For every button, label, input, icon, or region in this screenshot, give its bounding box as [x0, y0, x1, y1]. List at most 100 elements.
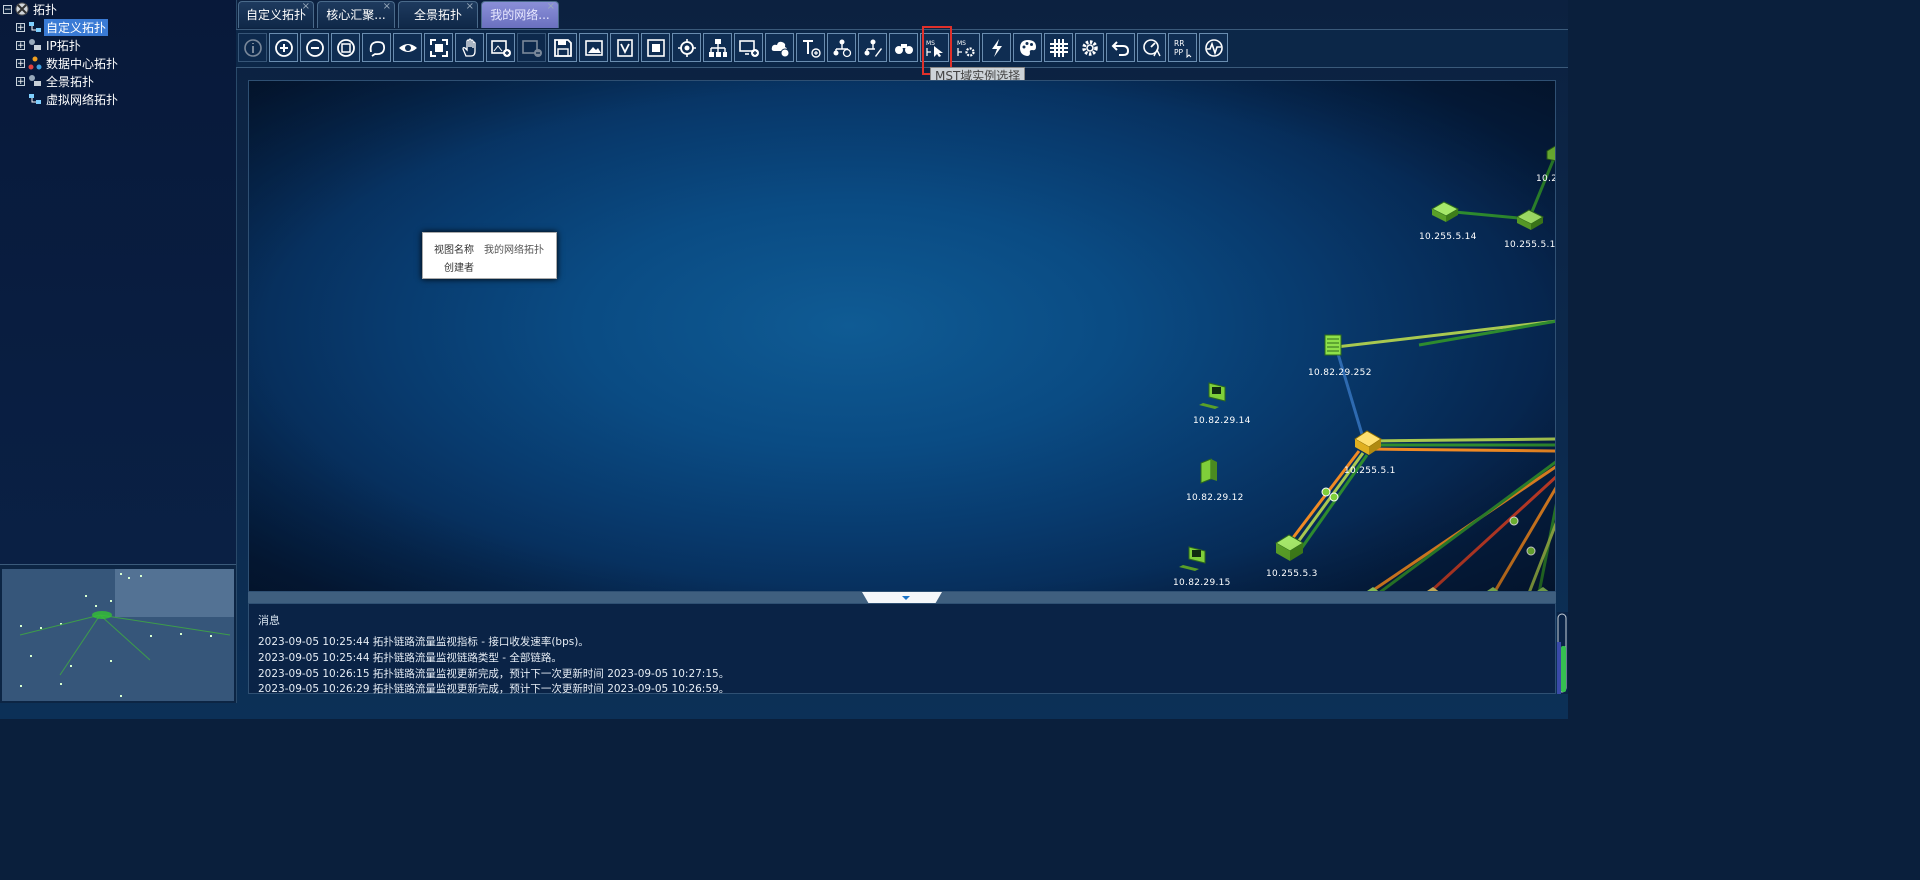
chevron-down-icon[interactable] [902, 596, 910, 600]
svg-text:RR: RR [1174, 39, 1184, 48]
fullscreen-button[interactable] [424, 33, 453, 62]
view-name-label: 视图名称 [434, 245, 474, 256]
message-line: 2023-09-05 10:26:29 拓扑链路流量监视更新完成，预计下一次更新… [258, 683, 730, 695]
zoom-out-icon [305, 38, 324, 57]
svg-text:MS: MS [957, 40, 966, 47]
node-label: 10.82.29.12 [1186, 493, 1244, 503]
mst-settings-button[interactable]: MS [951, 33, 980, 62]
info-button[interactable] [238, 33, 267, 62]
cloud-add-button[interactable] [765, 33, 794, 62]
target-button[interactable] [672, 33, 701, 62]
text-add-button[interactable] [796, 33, 825, 62]
svg-text:PP: PP [1174, 48, 1184, 57]
undo-button[interactable] [1106, 33, 1135, 62]
traffic-button[interactable] [1137, 33, 1166, 62]
remove-image-button[interactable] [517, 33, 546, 62]
node-label: 10.255.5.3 [1266, 569, 1318, 579]
rrpp-button[interactable]: RR PP [1168, 33, 1197, 62]
tab-label: 自定义拓扑 [245, 8, 306, 22]
close-icon[interactable]: × [547, 0, 555, 20]
lasso-icon [369, 40, 385, 57]
view-info-card: 视图名称 我的网络拓扑 创建者 [422, 232, 557, 279]
node-label: 10.82.29.252 [1308, 368, 1372, 378]
tree-item-label: 全景拓扑 [46, 74, 95, 89]
message-panel: 消息 2023-09-05 10:25:44 拓扑链路流量监视指标 - 接口收发… [248, 603, 1556, 695]
node-label: 10.255.5.14 [1419, 232, 1477, 242]
tab-label: 我的网络... [490, 8, 550, 22]
ip-topology-icon [29, 39, 41, 50]
tab-panorama-topology[interactable]: 全景拓扑 × [398, 1, 478, 28]
settings-button[interactable] [1075, 33, 1104, 62]
message-scrollbar[interactable] [1557, 612, 1568, 694]
tab-bar: 自定义拓扑 × 核心汇聚... × 全景拓扑 × 我的网络... × [236, 0, 1568, 29]
message-line: 2023-09-05 10:26:15 拓扑链路流量监视更新完成，预计下一次更新… [258, 668, 730, 680]
expand-icon[interactable]: + [16, 76, 25, 86]
node-label: 10.82.29.15 [1173, 578, 1231, 588]
monitor-button[interactable] [1199, 33, 1228, 62]
virtual-network-topology-icon [29, 94, 41, 104]
add-device-button[interactable] [734, 33, 763, 62]
zoom-out-button[interactable] [300, 33, 329, 62]
view-icon [616, 38, 633, 57]
view-eye-button[interactable] [393, 33, 422, 62]
tab-label: 全景拓扑 [413, 8, 462, 22]
message-line: 2023-09-05 10:25:44 拓扑链路流量监视指标 - 接口收发速率(… [258, 636, 589, 648]
tree-item-datacenter-topology[interactable]: + 数据中心拓扑 [16, 54, 120, 72]
link-edit-icon [864, 39, 882, 57]
binoculars-icon [894, 43, 913, 54]
tree-item-custom-topology[interactable]: + 自定义拓扑 [16, 18, 109, 36]
close-icon[interactable]: × [302, 0, 310, 20]
node-label: 10.25 [1536, 174, 1555, 184]
zoom-fit-button[interactable] [331, 33, 360, 62]
tab-custom-topology[interactable]: 自定义拓扑 × [238, 1, 314, 28]
zoom-in-icon [274, 38, 293, 57]
tree-item-virtual-network-topology[interactable]: 虚拟网络拓扑 [28, 90, 120, 108]
hand-icon [461, 37, 476, 57]
message-panel-title: 消息 [258, 614, 280, 627]
lightning-button[interactable] [982, 33, 1011, 62]
picture-icon [584, 39, 603, 56]
topology-root-icon [15, 2, 29, 16]
collapse-icon[interactable]: − [3, 4, 12, 14]
traffic-icon [1142, 38, 1161, 56]
palette-button[interactable] [1013, 33, 1042, 62]
rrpp-icon: RRPP [1174, 39, 1191, 58]
close-icon[interactable]: × [383, 0, 391, 20]
add-device-icon [738, 39, 759, 57]
expand-icon[interactable]: + [16, 58, 25, 68]
lasso-button[interactable] [362, 33, 391, 62]
remove-image-icon [521, 39, 542, 57]
close-icon[interactable]: × [466, 0, 474, 20]
frame-button[interactable] [641, 33, 670, 62]
tree-item-ip-topology[interactable]: + IP拓扑 [16, 36, 83, 54]
view-button[interactable] [610, 33, 639, 62]
tree-item-panorama-topology[interactable]: + 全景拓扑 [16, 72, 96, 90]
add-image-icon [490, 39, 511, 57]
expand-icon[interactable]: + [16, 22, 25, 32]
save-button[interactable] [548, 33, 577, 62]
tab-my-network[interactable]: 我的网络... × [481, 1, 559, 28]
hierarchy-button[interactable] [703, 33, 732, 62]
topology-minimap[interactable] [0, 564, 236, 703]
expand-icon[interactable]: + [16, 40, 25, 50]
lightning-icon [991, 38, 1002, 57]
binoculars-button[interactable] [889, 33, 918, 62]
link-edit-button[interactable] [858, 33, 887, 62]
hierarchy-icon [708, 38, 727, 57]
target-icon [677, 38, 696, 57]
tab-core-aggregation[interactable]: 核心汇聚... × [317, 1, 395, 28]
tree-root[interactable]: − 拓扑 [3, 0, 59, 18]
topology-canvas[interactable]: 10.25 10.255.5.14 10.255.5.13 10.82.29.2… [248, 80, 1556, 592]
panel-splitter[interactable] [248, 592, 1556, 603]
settings-icon [1081, 39, 1098, 56]
undo-icon [1111, 40, 1129, 56]
picture-button[interactable] [579, 33, 608, 62]
pan-hand-button[interactable] [455, 33, 484, 62]
node-label: 10.255.5.13 [1504, 240, 1556, 250]
link-add-button[interactable] [827, 33, 856, 62]
zoom-in-button[interactable] [269, 33, 298, 62]
panorama-topology-icon [29, 75, 41, 86]
add-image-button[interactable] [486, 33, 515, 62]
view-name-value: 我的网络拓扑 [484, 245, 544, 256]
grid-button[interactable] [1044, 33, 1073, 62]
